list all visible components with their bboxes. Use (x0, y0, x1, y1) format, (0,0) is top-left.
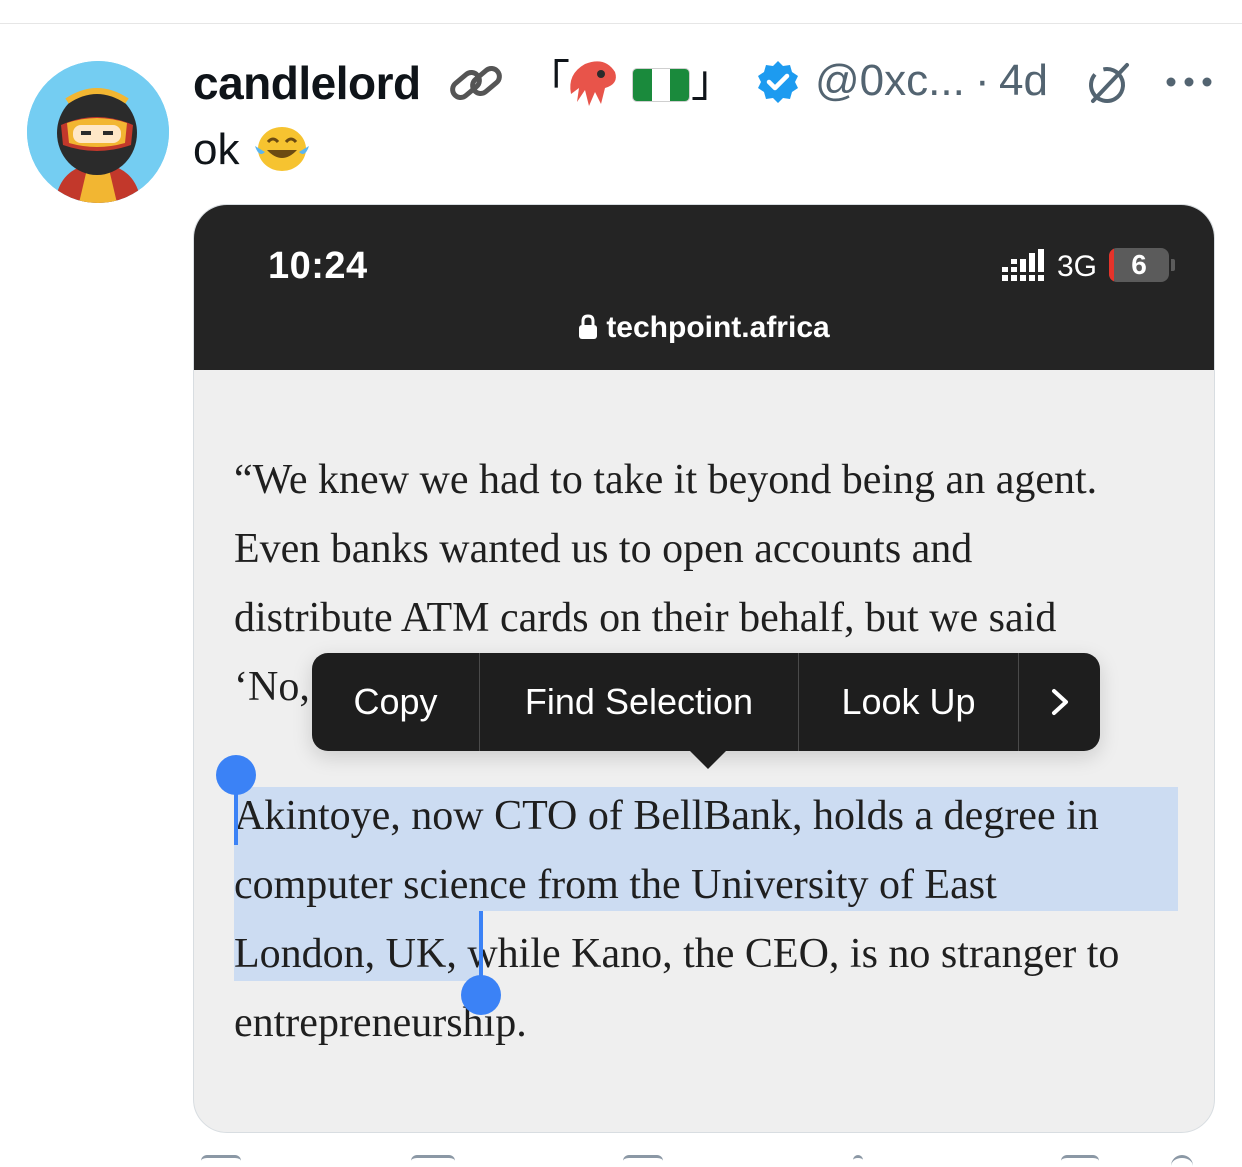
face-with-tears-of-joy-icon (255, 127, 310, 171)
verified-badge-icon[interactable] (755, 59, 801, 105)
url-bar[interactable]: techpoint.africa (194, 311, 1214, 345)
avatar-helmet-icon (27, 61, 169, 203)
selection-end-caret (479, 911, 483, 981)
name-bracket-close: 」 (691, 57, 735, 106)
like-icon[interactable] (623, 1155, 663, 1167)
grok-icon[interactable] (1085, 59, 1133, 107)
top-divider (0, 23, 1242, 24)
signal-strength-icon (1002, 249, 1044, 281)
network-type: 3G (1057, 250, 1098, 283)
selected-text-line: Akintoye, now CTO of BellBank, holds a d… (234, 793, 1099, 839)
link-icon (450, 66, 502, 100)
reply-icon[interactable] (201, 1155, 241, 1167)
share-icon[interactable] (1171, 1155, 1193, 1167)
timestamp[interactable]: 4d (999, 56, 1048, 106)
tweet-text-body: ok (193, 125, 240, 174)
tweet-text: ok (193, 122, 311, 175)
article-line: “We knew we had to take it beyond being … (234, 457, 1098, 503)
retweet-icon[interactable] (411, 1155, 455, 1167)
article-line: Even banks wanted us to open accounts an… (234, 526, 973, 572)
tweet-action-bar (193, 1155, 1223, 1167)
article-line-tail: while Kano, the CEO, is no stranger to (456, 931, 1120, 977)
selection-end-handle[interactable] (461, 975, 501, 1015)
url-text: techpoint.africa (606, 311, 830, 344)
display-name[interactable]: candlelord (193, 56, 421, 110)
more-options-icon[interactable] (1161, 64, 1217, 100)
phone-status-bar: 10:24 3G 6 techpoint.africa (194, 205, 1214, 370)
selected-text-line: computer science from the University of … (234, 862, 997, 908)
status-time: 10:24 (268, 245, 368, 287)
find-selection-button[interactable]: Find Selection (480, 653, 799, 751)
look-up-button[interactable]: Look Up (799, 653, 1019, 751)
context-menu-pointer (688, 749, 728, 769)
battery-icon: 6 (1109, 248, 1169, 282)
tweet-header: candlelord 「 」 @0xc... · 4d (193, 52, 1223, 112)
article-line: ‘No, (234, 664, 310, 710)
views-icon[interactable] (853, 1155, 863, 1167)
selection-start-caret (234, 785, 238, 845)
article-line: distribute ATM cards on their behalf, bu… (234, 595, 1057, 641)
chevron-right-icon (1051, 689, 1068, 715)
nigeria-flag-icon (633, 69, 689, 101)
battery-percent: 6 (1131, 249, 1147, 280)
selected-text-line: London, UK, while Kano, the CEO, is no s… (234, 929, 1119, 979)
squid-emoji-icon (570, 61, 616, 106)
user-handle[interactable]: @0xc... (815, 56, 965, 106)
bookmark-icon[interactable] (1061, 1155, 1099, 1167)
text-context-menu: Copy Find Selection Look Up (312, 653, 1100, 751)
menu-more-button[interactable] (1019, 653, 1100, 751)
dot-separator: · (975, 56, 990, 105)
battery-tip (1171, 259, 1175, 271)
lock-icon (579, 314, 598, 339)
media-screenshot[interactable]: 10:24 3G 6 techpoint.africa “We knew we … (193, 204, 1215, 1133)
avatar[interactable] (27, 61, 169, 203)
copy-button[interactable]: Copy (312, 653, 480, 751)
selected-text-tail: London, UK, (234, 931, 457, 977)
